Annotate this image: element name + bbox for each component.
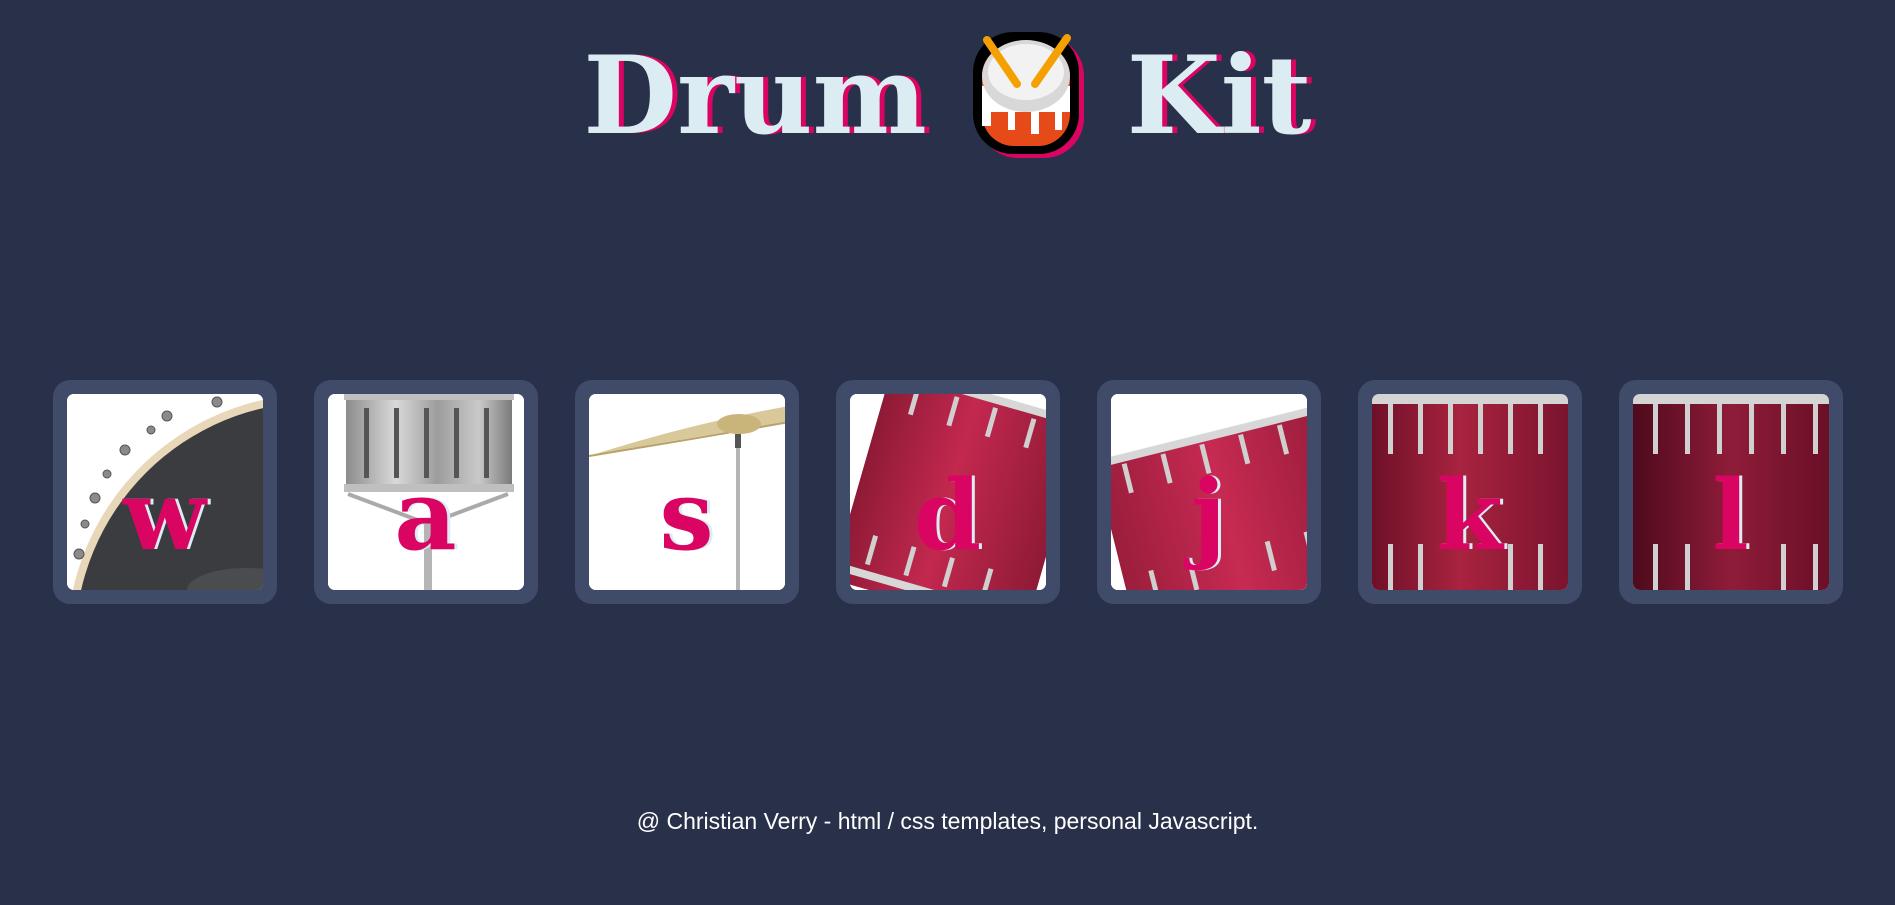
drum-key-l[interactable]: l: [1618, 380, 1843, 604]
drum-key-s[interactable]: s: [574, 380, 799, 604]
page-title: Drum Kit: [0, 26, 1895, 166]
drum-key-a[interactable]: a: [313, 380, 538, 604]
key-letter: s: [659, 459, 714, 572]
key-letter: j: [1191, 459, 1226, 572]
drum-key-j[interactable]: j: [1096, 380, 1321, 604]
key-letter: a: [394, 459, 457, 572]
drum-set: w a s d j k l: [0, 380, 1895, 604]
drum-key-k[interactable]: k: [1357, 380, 1582, 604]
footer-credit: @ Christian Verry - html / css templates…: [636, 808, 1259, 834]
title-drum: Drum: [583, 33, 927, 159]
key-letter: l: [1712, 459, 1749, 572]
drum-key-d[interactable]: d: [835, 380, 1060, 604]
title-kit: Kit: [1126, 33, 1312, 159]
key-letter: d: [913, 459, 982, 572]
key-letter: k: [1436, 459, 1503, 572]
drum-icon: [972, 32, 1084, 158]
key-letter: w: [123, 459, 206, 572]
drum-key-w[interactable]: w: [52, 380, 277, 604]
